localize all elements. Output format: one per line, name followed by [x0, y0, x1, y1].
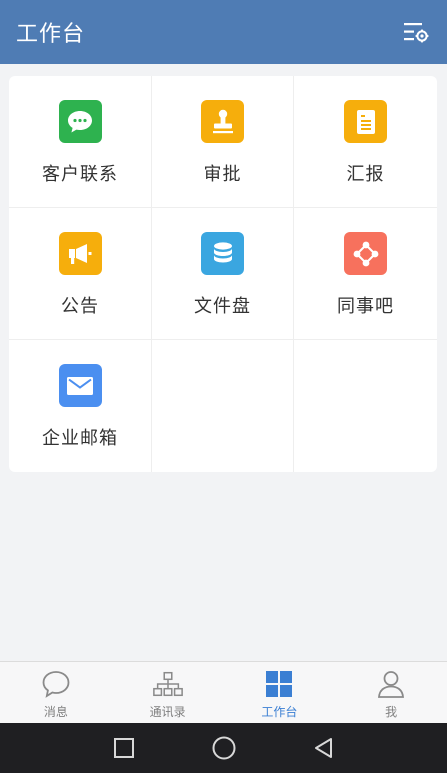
app-label: 审批	[203, 164, 242, 185]
database-icon	[213, 241, 232, 262]
page-title: 工作台	[16, 22, 86, 47]
app-icon-tile	[58, 232, 102, 275]
envelope-icon	[67, 376, 93, 395]
empty-cell	[152, 340, 294, 472]
empty-cell	[294, 340, 437, 472]
tab-icon-wrap	[40, 669, 72, 699]
app-header: 工作台	[0, 0, 447, 64]
app-file-drive[interactable]: 文件盘	[152, 208, 294, 340]
settings-button[interactable]	[399, 15, 433, 49]
tab-contacts[interactable]: 通讯录	[112, 662, 224, 723]
recent-apps-icon	[113, 738, 134, 758]
app-label: 文件盘	[194, 296, 251, 317]
workbench-screen: 工作台 客户联系 审批 汇报 公告 文件盘 同事吧 企业邮箱 消息 通讯录 工作…	[0, 0, 447, 773]
document-icon	[356, 109, 375, 134]
app-icon-tile	[201, 100, 244, 143]
tab-label: 工作台	[261, 705, 298, 719]
apps-card: 客户联系 审批 汇报 公告 文件盘 同事吧 企业邮箱	[9, 76, 437, 472]
app-icon-tile	[58, 100, 102, 143]
chat-bubble-icon	[68, 110, 92, 132]
stamp-icon	[212, 109, 233, 133]
tab-messages[interactable]: 消息	[0, 662, 112, 723]
tab-icon-wrap	[263, 669, 295, 699]
grid-icon	[266, 671, 293, 697]
app-announcement[interactable]: 公告	[9, 208, 152, 340]
app-label: 汇报	[346, 164, 385, 185]
app-approval[interactable]: 审批	[152, 76, 294, 208]
back-icon	[314, 738, 332, 758]
tab-label: 消息	[43, 705, 68, 719]
back-button[interactable]	[304, 728, 344, 768]
app-label: 企业邮箱	[42, 428, 118, 449]
app-icon-tile	[344, 232, 387, 275]
tab-me[interactable]: 我	[335, 662, 447, 723]
app-icon-tile	[344, 100, 387, 143]
app-icon-tile	[201, 232, 244, 275]
tab-icon-wrap	[375, 669, 407, 699]
app-colleagues-bar[interactable]: 同事吧	[294, 208, 437, 340]
bottom-tab-bar: 消息 通讯录 工作台 我	[0, 661, 447, 723]
app-report[interactable]: 汇报	[294, 76, 437, 208]
app-label: 公告	[61, 296, 99, 317]
app-label: 同事吧	[337, 296, 394, 317]
tab-workbench[interactable]: 工作台	[224, 662, 336, 723]
home-button[interactable]	[204, 728, 244, 768]
tab-label: 我	[385, 705, 398, 719]
system-nav-bar	[0, 723, 447, 773]
megaphone-icon	[69, 243, 92, 264]
home-icon	[212, 736, 235, 760]
recent-apps-button[interactable]	[104, 728, 144, 768]
message-bubble-icon	[42, 671, 70, 698]
org-chart-icon	[152, 671, 183, 697]
tab-icon-wrap	[152, 669, 184, 699]
apps-grid: 客户联系 审批 汇报 公告 文件盘 同事吧 企业邮箱	[9, 76, 437, 472]
app-label: 客户联系	[42, 164, 118, 185]
app-enterprise-mail[interactable]: 企业邮箱	[9, 340, 152, 472]
app-customer-contact[interactable]: 客户联系	[9, 76, 152, 208]
tab-label: 通讯录	[149, 705, 186, 719]
app-icon-tile	[58, 364, 102, 407]
share-nodes-icon	[353, 241, 378, 266]
person-icon	[378, 671, 405, 698]
filter-settings-icon	[404, 23, 429, 43]
